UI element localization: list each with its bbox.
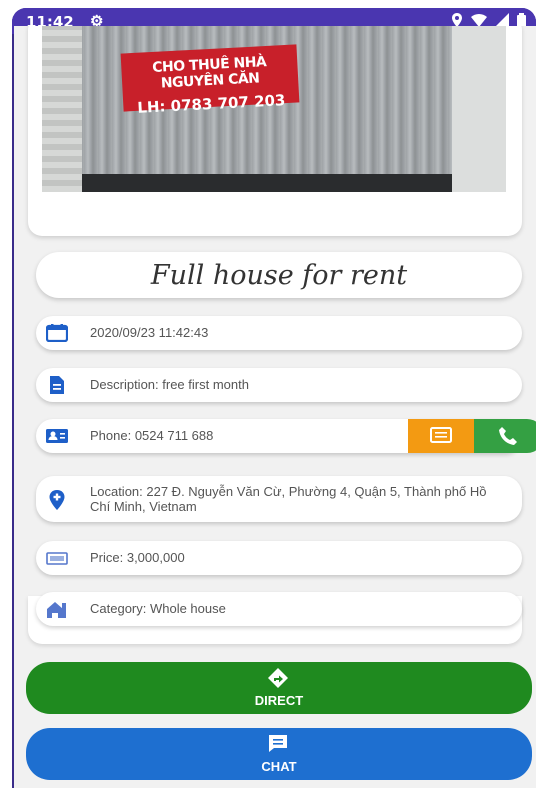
photo-wall-right [452, 26, 506, 192]
sign-line-2: LH: 0783 707 203 [136, 91, 286, 117]
directions-icon [266, 668, 290, 688]
photo-wall-left [42, 26, 82, 192]
contact-card-icon [46, 427, 68, 445]
call-button[interactable] [474, 419, 536, 453]
message-button[interactable] [408, 419, 474, 453]
listing-photo[interactable]: CHO THUÊ NHÀ NGUYÊN CĂN LH: 0783 707 203 [42, 26, 506, 192]
category-row: Category: Whole house [36, 592, 522, 626]
location-text: Location: 227 Đ. Nguyễn Văn Cừ, Phường 4… [90, 484, 487, 514]
phone-row: Phone: 0524 711 688 [36, 419, 536, 453]
phone-text: Phone: 0524 711 688 [90, 428, 214, 443]
money-icon [46, 549, 68, 567]
calendar-icon [45, 324, 69, 343]
location-row: Location: 227 Đ. Nguyễn Văn Cừ, Phường 4… [36, 476, 522, 522]
app-screen: CHO THUÊ NHÀ NGUYÊN CĂN LH: 0783 707 203… [14, 26, 536, 788]
message-icon [430, 427, 452, 450]
sign-line-1: CHO THUÊ NHÀ NGUYÊN CĂN [151, 54, 267, 92]
description-row: Description: free first month [36, 368, 522, 402]
chat-label: CHAT [261, 759, 297, 774]
chat-icon [266, 734, 290, 754]
description-text: Description: free first month [90, 377, 249, 392]
direct-button[interactable]: DIRECT [26, 662, 532, 714]
document-icon [46, 376, 68, 394]
price-row: Price: 3,000,000 [36, 541, 522, 575]
category-text: Category: Whole house [90, 601, 226, 616]
photo-card: CHO THUÊ NHÀ NGUYÊN CĂN LH: 0783 707 203 [28, 26, 522, 236]
listing-title-card: Full house for rent [36, 252, 522, 298]
rent-sign: CHO THUÊ NHÀ NGUYÊN CĂN LH: 0783 707 203 [120, 44, 300, 117]
photo-ground [82, 174, 452, 192]
chat-button[interactable]: CHAT [26, 728, 532, 780]
map-pin-icon [46, 490, 68, 510]
phone-icon [498, 426, 518, 451]
price-text: Price: 3,000,000 [90, 550, 185, 565]
house-icon [46, 600, 68, 618]
direct-label: DIRECT [254, 693, 304, 708]
listing-title: Full house for rent [150, 259, 408, 291]
date-row: 2020/09/23 11:42:43 [36, 316, 522, 350]
date-text: 2020/09/23 11:42:43 [90, 325, 209, 340]
